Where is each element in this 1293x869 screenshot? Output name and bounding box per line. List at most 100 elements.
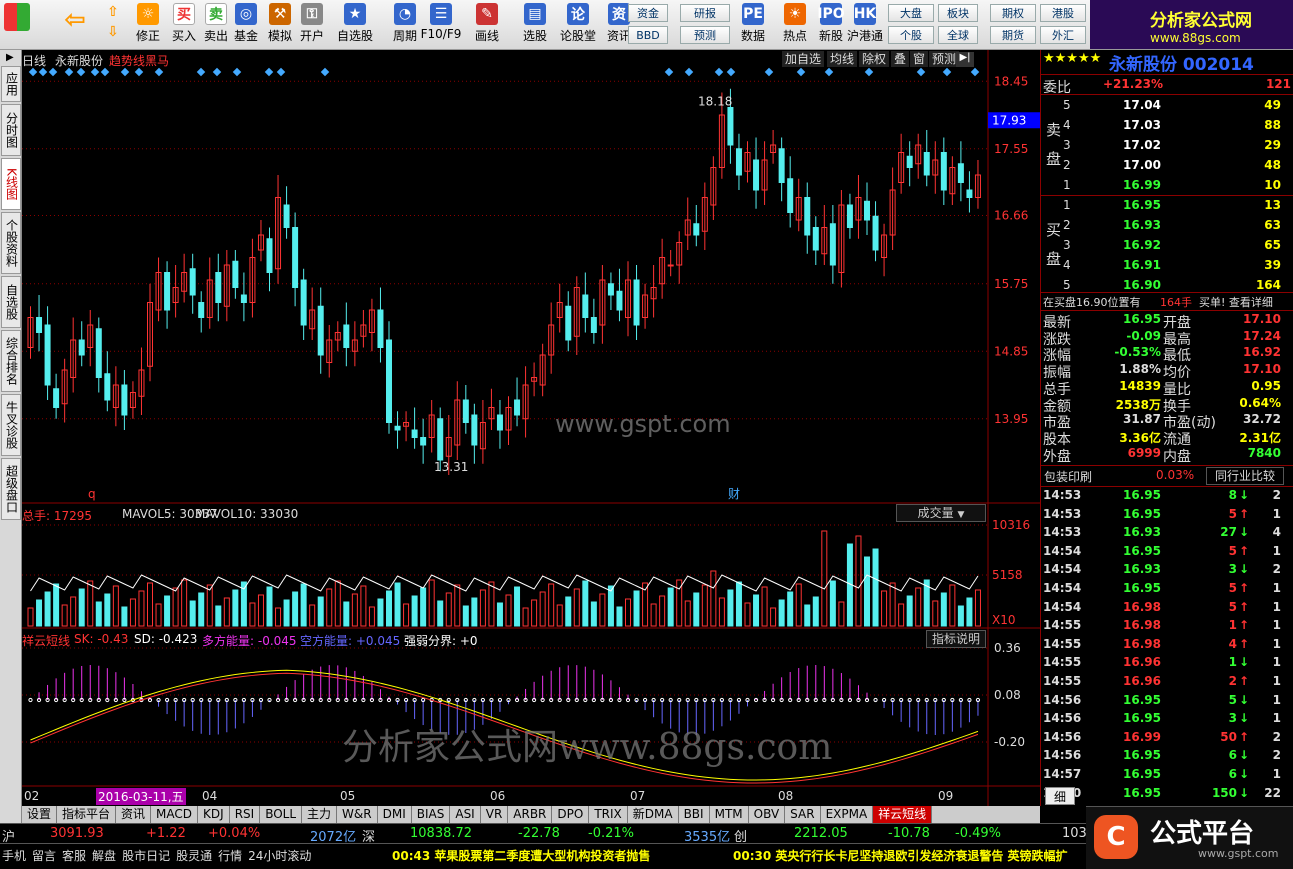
indicator-tab-4[interactable]: KDJ [198,806,230,823]
status-menu-item-2[interactable]: 客服 [62,847,86,864]
indicator-tab-16[interactable]: 新DMA [628,806,679,823]
candle-body [872,215,879,251]
detail-tab[interactable]: 细 [1045,787,1075,805]
kline-chart-area[interactable]: 日线 永新股份 趋势线黑马 加自选 均线 除权叠窗预测 ▶| 18.45 17.55 1… [22,50,1040,806]
toolbar-small-button-9[interactable]: 期货 [990,26,1036,44]
toolbar-small-button-8[interactable]: 期权 [990,4,1036,22]
toolbar-small-button-10[interactable]: 港股 [1040,4,1086,22]
sidebar-tab-3[interactable]: 个股资料 [1,212,21,274]
sell-level-price[interactable]: 16.99 [1081,178,1161,192]
candle-body [164,272,171,311]
toolbar-small-button-5[interactable]: 个股 [888,26,934,44]
indicator-tab-9[interactable]: DMI [378,806,412,823]
news-ticker-1[interactable]: 00:43 苹果股票第二季度遭大型机构投资者抛售 [392,847,650,864]
event-marker-icon [276,67,286,77]
sell-level-price[interactable]: 17.04 [1081,98,1161,112]
buy-level-price[interactable]: 16.95 [1081,198,1161,212]
toolbar-small-button-6[interactable]: 板块 [938,4,978,22]
toolbar-button-6[interactable]: ★ 自选股 [332,3,378,47]
volume-selector-dropdown[interactable]: 成交量 ▼ [896,504,986,522]
indicator-tab-20[interactable]: SAR [785,806,821,823]
toolbar-button-8[interactable]: ☰ F10/F9 [418,3,464,47]
toolbar-small-button-1[interactable]: BBD [628,26,668,44]
tick-count: 1 [1272,581,1281,595]
indicator-tab-0[interactable]: 设置 [22,806,58,823]
arrow-down-icon: ↓ [1239,562,1250,577]
indicator-tab-11[interactable]: ASI [450,806,481,823]
sidebar-tab-4[interactable]: 自选股 [1,276,21,328]
tick-volume: 3 [1228,562,1237,577]
indicator-tab-19[interactable]: OBV [749,806,786,823]
indicator-tab-17[interactable]: BBI [679,806,710,823]
play-icon[interactable]: ▶ [6,52,14,63]
sidebar-tab-7[interactable]: 超级盘口 [1,458,21,520]
sector-name[interactable]: 包装印刷 [1044,468,1092,485]
sidebar-tab-1[interactable]: 分时图 [1,104,21,156]
status-menu-item-5[interactable]: 股灵通 [176,847,212,864]
windows-menu-button[interactable] [4,3,30,47]
indicator-tab-21[interactable]: EXPMA [821,806,874,823]
status-menu-item-1[interactable]: 留言 [32,847,56,864]
order-detail-link[interactable]: 买单! 查看详细 [1199,294,1273,310]
buy-level-price[interactable]: 16.91 [1081,258,1161,272]
toolbar-button-5[interactable]: ⚿ 开户 [296,3,328,47]
volume-bar [377,598,384,627]
indicator-tab-2[interactable]: 资讯 [116,806,152,823]
sector-compare-button[interactable]: 同行业比较 [1206,467,1284,485]
sell-level-price[interactable]: 17.03 [1081,118,1161,132]
back-button[interactable]: ⇦ [60,3,90,47]
indicator-tab-13[interactable]: ARBR [508,806,553,823]
toolbar-small-button-3[interactable]: 预测 [680,26,730,44]
status-menu-item-6[interactable]: 行情 [218,847,242,864]
up-down-button[interactable]: ⇧ ⇩ [100,3,126,47]
toolbar-button-4[interactable]: ⚒ 模拟 [264,3,296,47]
indicator-tab-18[interactable]: MTM [710,806,749,823]
indicator-tab-15[interactable]: TRIX [589,806,628,823]
tick-volume: 8 [1228,488,1237,502]
sell-level-price[interactable]: 17.02 [1081,138,1161,152]
toolbar-button-10[interactable]: ▤ 选股 [512,3,558,47]
toolbar-button-2[interactable]: 卖卖出 [200,3,232,47]
indicator-explain-button[interactable]: 指标说明 [926,630,986,648]
sidebar-tab-0[interactable]: 应用 [1,66,21,102]
buy-level-price[interactable]: 16.92 [1081,238,1161,252]
status-menu-item-7[interactable]: 24小时滚动 [248,847,311,864]
sell-level-price[interactable]: 17.00 [1081,158,1161,172]
volume-bar [590,601,597,627]
indicator-tab-6[interactable]: BOLL [260,806,303,823]
volume-bar [650,603,657,627]
status-menu-item-3[interactable]: 解盘 [92,847,116,864]
indicator-tab-12[interactable]: VR [481,806,509,823]
toolbar-small-button-0[interactable]: 资金 [628,4,668,22]
toolbar-small-button-2[interactable]: 研报 [680,4,730,22]
buy-level-price[interactable]: 16.90 [1081,278,1161,292]
volume-bar [761,586,768,627]
toolbar-button-1[interactable]: 买买入 [168,3,200,47]
sidebar-tab-2[interactable]: K线图 [1,158,21,210]
status-menu-item-0[interactable]: 手机 [2,847,26,864]
toolbar-button-11[interactable]: 论论股堂 [555,3,601,47]
buy-level-price[interactable]: 16.93 [1081,218,1161,232]
toolbar-button-3[interactable]: ◎ 基金 [230,3,262,47]
sidebar-tab-5[interactable]: 综合排名 [1,330,21,392]
indicator-tab-10[interactable]: BIAS [412,806,451,823]
indicator-tab-1[interactable]: 指标平台 [57,806,117,823]
indicator-tab-22[interactable]: 祥云短线 [873,806,933,823]
toolbar-small-button-11[interactable]: 外汇 [1040,26,1086,44]
toolbar-button-0[interactable]: ☼ 修正 [132,3,164,47]
toolbar-small-button-4[interactable]: 大盘 [888,4,934,22]
toolbar-small-button-7[interactable]: 全球 [938,26,978,44]
indicator-tab-5[interactable]: RSI [230,806,261,823]
indicator-tab-14[interactable]: DPO [552,806,590,823]
news-ticker-2[interactable]: 00:30 英央行行长卡尼坚持退欧引发经济衰退警告 英镑跌幅扩 [733,847,1083,864]
toolbar-button-16[interactable]: HK 沪港通 [842,3,888,47]
volume-bar [411,595,418,627]
indicator-tab-7[interactable]: 主力 [302,806,338,823]
indicator-tab-3[interactable]: MACD [151,806,199,823]
indicator-tabs: 设置 指标平台 资讯 MACD KDJ RSI BOLL 主力 W&R DMI BIAS ASI VR A… [22,806,1040,823]
indicator-tab-8[interactable]: W&R [337,806,378,823]
toolbar-button-13[interactable]: PE 数据 [730,3,776,47]
status-menu-item-4[interactable]: 股市日记 [122,847,170,864]
toolbar-button-9[interactable]: ✎ 画线 [464,3,510,47]
sidebar-tab-6[interactable]: 牛叉诊股 [1,394,21,456]
